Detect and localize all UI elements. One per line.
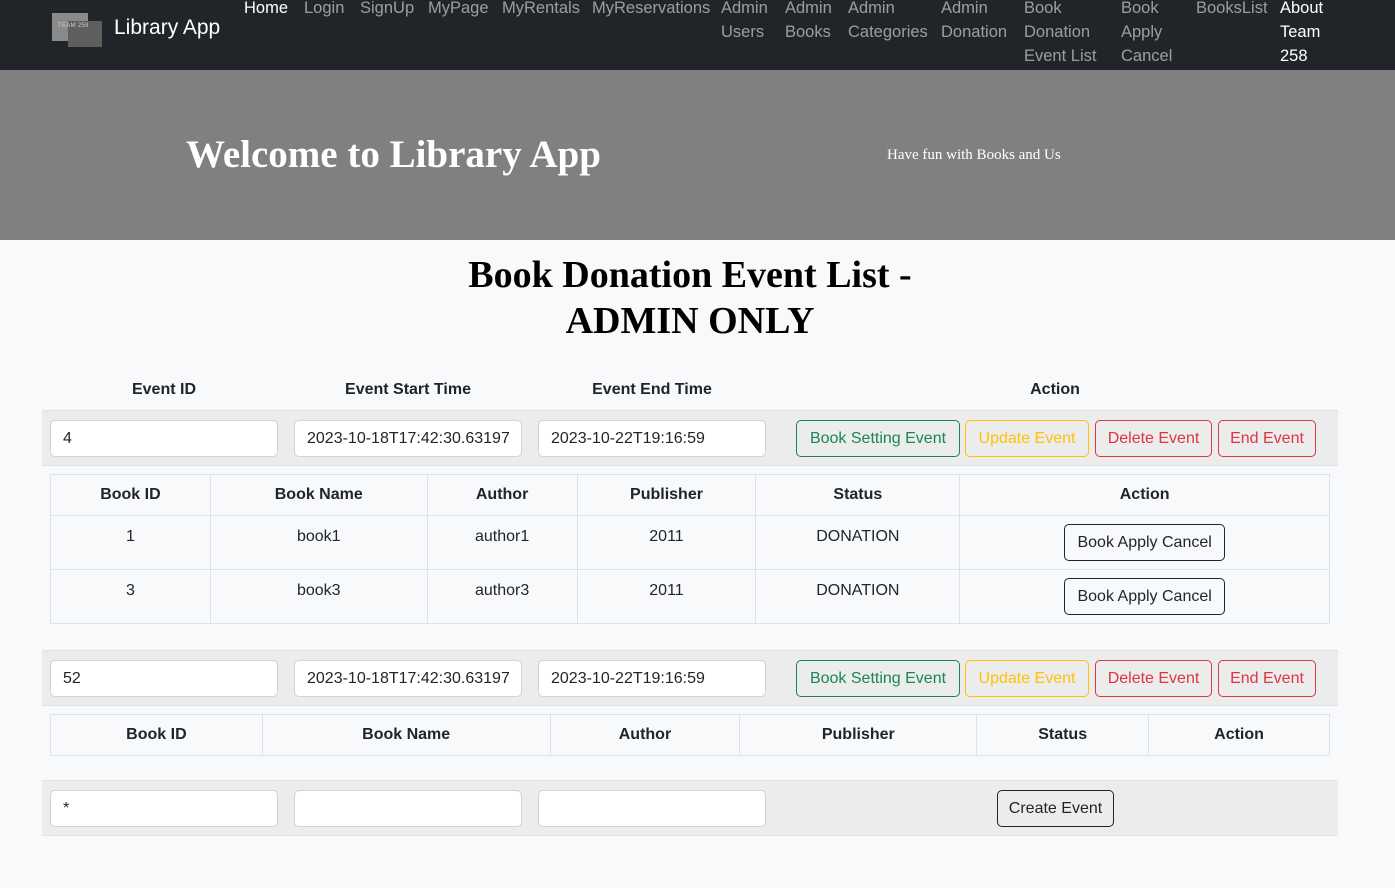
cell-action: Book Apply Cancel <box>959 569 1330 624</box>
cell-author: author3 <box>426 569 578 624</box>
delete-event-button[interactable]: Delete Event <box>1095 660 1212 697</box>
page-title: Book Donation Event List - ADMIN ONLY <box>390 252 990 344</box>
th-status: Status <box>755 474 961 516</box>
nav-book-donation-event-list[interactable]: Book Donation Event List <box>1024 0 1096 68</box>
nav-admin-books[interactable]: Admin Books <box>785 0 832 44</box>
nav-admin-donation[interactable]: Admin Donation <box>941 0 1007 44</box>
event-row: Book Setting Event Update Event Delete E… <box>42 410 1338 466</box>
create-event-button[interactable]: Create Event <box>997 790 1114 827</box>
book-apply-cancel-button[interactable]: Book Apply Cancel <box>1064 524 1225 561</box>
navbar: TEAM 258 Library App Home Login SignUp M… <box>0 0 1395 70</box>
hero-title: Welcome to Library App <box>186 133 601 176</box>
book-apply-cancel-button[interactable]: Book Apply Cancel <box>1064 578 1225 615</box>
cell-author: author1 <box>426 515 578 570</box>
nav-login[interactable]: Login <box>304 0 344 20</box>
th-book-id: Book ID <box>50 714 263 756</box>
book-setting-event-button[interactable]: Book Setting Event <box>796 660 960 697</box>
nav-bookslist[interactable]: BooksList <box>1196 0 1268 20</box>
hero-subtitle: Have fun with Books and Us <box>887 147 1061 163</box>
event-id-input[interactable] <box>50 660 278 697</box>
nav-about-team[interactable]: About Team 258 <box>1280 0 1323 68</box>
event-start-input[interactable] <box>294 660 522 697</box>
brand-name[interactable]: Library App <box>114 16 220 40</box>
end-event-button[interactable]: End Event <box>1218 420 1316 457</box>
nav-mypage[interactable]: MyPage <box>428 0 489 20</box>
book-setting-event-button[interactable]: Book Setting Event <box>796 420 960 457</box>
table-row: 1 book1 author1 2011 DONATION Book Apply… <box>50 515 1330 570</box>
update-event-button[interactable]: Update Event <box>965 420 1089 457</box>
th-book-name: Book Name <box>209 474 428 516</box>
th-author: Author <box>549 714 741 756</box>
header-action: Action <box>1030 381 1080 398</box>
event-start-input[interactable] <box>294 420 522 457</box>
cell-status: DONATION <box>755 569 961 624</box>
event-books-table: Book ID Book Name Author Publisher Statu… <box>50 474 1330 624</box>
th-action: Action <box>1148 714 1330 756</box>
cell-action: Book Apply Cancel <box>959 515 1330 570</box>
cell-publisher: 2011 <box>576 569 757 624</box>
event-id-input[interactable] <box>50 420 278 457</box>
event-end-input[interactable] <box>538 660 766 697</box>
new-event-end-input[interactable] <box>538 790 766 827</box>
update-event-button[interactable]: Update Event <box>965 660 1089 697</box>
cell-book-id: 3 <box>50 569 211 624</box>
nav-myreservations[interactable]: MyReservations <box>592 0 710 20</box>
event-end-input[interactable] <box>538 420 766 457</box>
th-book-name: Book Name <box>261 714 551 756</box>
nav-admin-categories[interactable]: Admin Categories <box>848 0 928 44</box>
page-title-line2: ADMIN ONLY <box>565 300 815 342</box>
header-event-start: Event Start Time <box>345 381 471 398</box>
new-event-start-input[interactable] <box>294 790 522 827</box>
event-books-table: Book ID Book Name Author Publisher Statu… <box>50 714 1330 756</box>
th-book-id: Book ID <box>50 474 211 516</box>
logo-text: TEAM 258 <box>58 23 89 29</box>
th-action: Action <box>959 474 1330 516</box>
cell-book-name: book1 <box>209 515 428 570</box>
new-event-row: Create Event <box>42 780 1338 836</box>
nav-myrentals[interactable]: MyRentals <box>502 0 580 20</box>
cell-book-name: book3 <box>209 569 428 624</box>
end-event-button[interactable]: End Event <box>1218 660 1316 697</box>
nav-admin-users[interactable]: Admin Users <box>721 0 768 44</box>
table-header-row: Book ID Book Name Author Publisher Statu… <box>50 474 1330 516</box>
table-row: 3 book3 author3 2011 DONATION Book Apply… <box>50 569 1330 624</box>
new-event-id-input[interactable] <box>50 790 278 827</box>
event-row: Book Setting Event Update Event Delete E… <box>42 650 1338 706</box>
th-publisher: Publisher <box>739 714 978 756</box>
nav-signup[interactable]: SignUp <box>360 0 414 20</box>
th-publisher: Publisher <box>576 474 757 516</box>
cell-status: DONATION <box>755 515 961 570</box>
page-title-line1: Book Donation Event List - <box>468 254 912 296</box>
nav-book-apply-cancel[interactable]: Book Apply Cancel <box>1121 0 1172 68</box>
th-status: Status <box>976 714 1150 756</box>
header-event-end: Event End Time <box>592 381 712 398</box>
hero-banner: Welcome to Library App Have fun with Boo… <box>0 70 1395 240</box>
cell-book-id: 1 <box>50 515 211 570</box>
team-logo[interactable]: TEAM 258 <box>52 13 102 47</box>
delete-event-button[interactable]: Delete Event <box>1095 420 1212 457</box>
cell-publisher: 2011 <box>576 515 757 570</box>
table-header-row: Book ID Book Name Author Publisher Statu… <box>50 714 1330 756</box>
nav-home[interactable]: Home <box>244 0 288 20</box>
header-event-id: Event ID <box>131 381 196 398</box>
th-author: Author <box>426 474 578 516</box>
